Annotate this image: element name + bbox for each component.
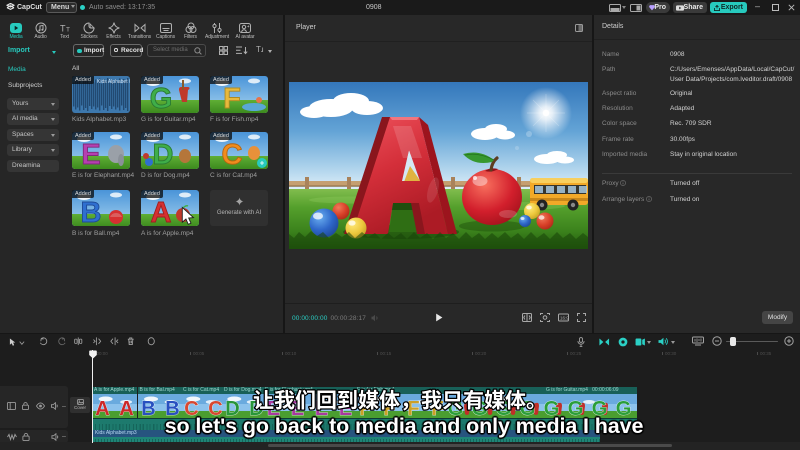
svg-text:A: A (95, 398, 109, 418)
svg-text:C: C (222, 139, 243, 169)
svg-text:B: B (141, 398, 155, 418)
svg-text:A: A (119, 398, 133, 418)
svg-text:Kids Alphabet 00:28: Kids Alphabet 00:28 (97, 79, 130, 85)
svg-text:A: A (151, 197, 172, 227)
svg-text:D: D (153, 139, 174, 169)
svg-text:T: T (66, 26, 70, 33)
svg-text:F: F (223, 83, 241, 113)
svg-text:16:9: 16:9 (560, 316, 569, 321)
svg-text:G: G (150, 83, 173, 113)
svg-text:E: E (81, 139, 100, 169)
svg-text:B: B (81, 197, 102, 227)
